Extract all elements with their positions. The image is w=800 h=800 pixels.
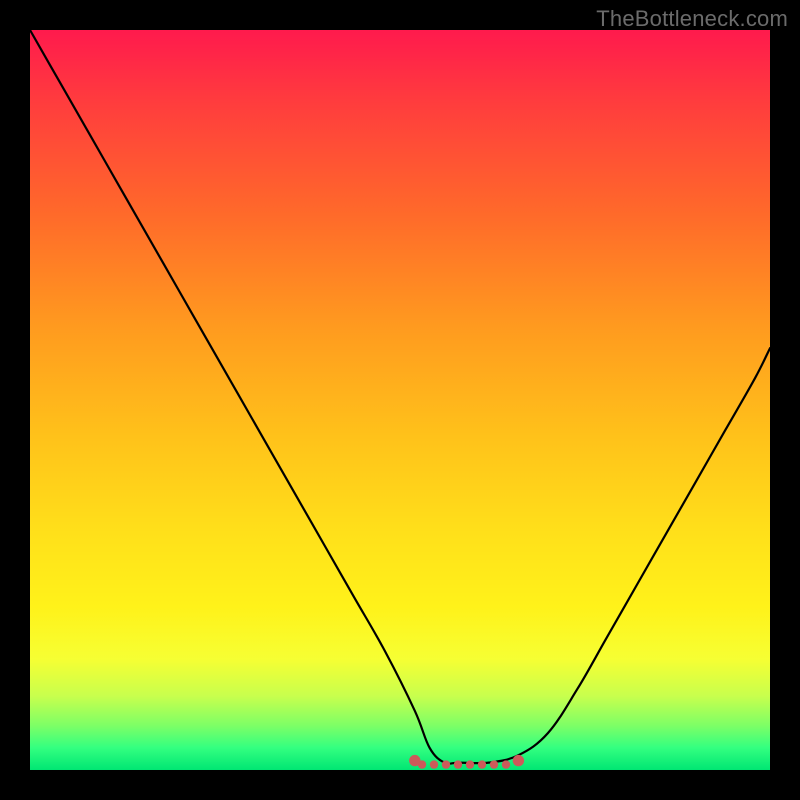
chart-frame: TheBottleneck.com — [0, 0, 800, 800]
valley-dot — [418, 760, 426, 768]
curve-path — [30, 30, 770, 764]
valley-dot — [454, 760, 462, 768]
plot-area — [30, 30, 770, 770]
valley-end-dot — [513, 755, 524, 766]
valley-dot — [490, 760, 498, 768]
valley-dot — [466, 760, 474, 768]
attribution-text: TheBottleneck.com — [596, 6, 788, 32]
valley-dot — [502, 760, 510, 768]
valley-dot — [478, 760, 486, 768]
valley-dot — [442, 760, 450, 768]
bottleneck-curve — [30, 30, 770, 770]
valley-dot — [430, 760, 438, 768]
